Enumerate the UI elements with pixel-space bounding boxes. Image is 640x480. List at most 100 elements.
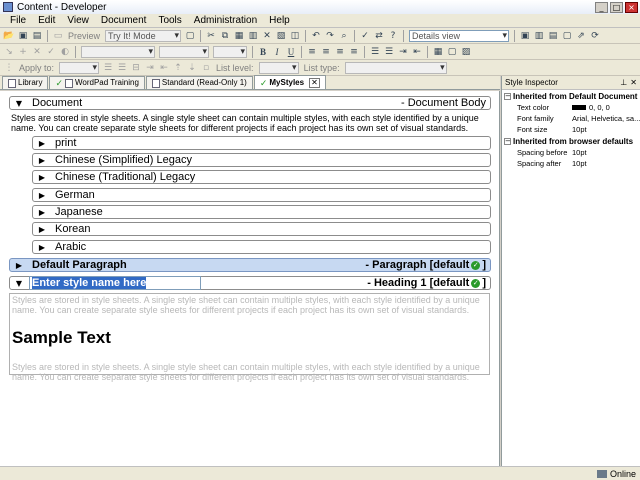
style-row-child[interactable]: ▶ German <box>32 188 491 202</box>
redo-icon[interactable]: ↷ <box>324 30 336 42</box>
list-type-select[interactable] <box>344 61 447 74</box>
numbered-list-icon[interactable]: ☰ <box>369 46 381 58</box>
add-icon[interactable]: + <box>17 46 29 58</box>
menu-help[interactable]: Help <box>263 15 296 26</box>
tab-library[interactable]: Library <box>2 76 49 89</box>
color-icon[interactable]: ◐ <box>59 46 71 58</box>
style-row-child[interactable]: ▶ Korean <box>32 222 491 236</box>
collapse-arrow-icon[interactable]: ▼ <box>12 99 26 108</box>
border-icon[interactable]: ▢ <box>446 46 458 58</box>
apply-to-select[interactable] <box>59 61 100 74</box>
expand-arrow-icon[interactable]: ▶ <box>35 208 49 217</box>
list-style-icon[interactable]: ☰ <box>102 62 114 74</box>
refresh-icon[interactable]: ⟳ <box>589 30 601 42</box>
pin-icon[interactable]: ⊥ <box>620 78 627 87</box>
remove-icon[interactable]: ✕ <box>31 46 43 58</box>
accept-icon[interactable]: ✓ <box>45 46 57 58</box>
minimize-button[interactable]: _ <box>595 1 608 13</box>
list-style2-icon[interactable]: ☰ <box>116 62 128 74</box>
list-outdent-icon[interactable]: ⇤ <box>158 62 170 74</box>
tab-standard[interactable]: Standard (Read-Only 1) <box>145 76 253 89</box>
underline-icon[interactable]: U <box>285 46 297 58</box>
style-row-child[interactable]: ▶ Japanese <box>32 205 491 219</box>
help-icon[interactable]: ? <box>387 30 399 42</box>
outdent-icon[interactable]: ⇤ <box>411 46 423 58</box>
collapse-arrow-icon[interactable]: ▼ <box>12 279 26 288</box>
clear-icon[interactable]: ◫ <box>289 30 301 42</box>
inspector-section[interactable]: − Inherited from browser defaults <box>502 135 640 147</box>
style-row-default-paragraph[interactable]: ▶ Default Paragraph - Paragraph [default… <box>9 258 491 272</box>
outline-icon[interactable]: ⊟ <box>130 62 142 74</box>
replace-icon[interactable]: ⇄ <box>373 30 385 42</box>
table-icon[interactable]: ▦ <box>432 46 444 58</box>
bold-icon[interactable]: B <box>257 46 269 58</box>
expand-arrow-icon[interactable]: ▶ <box>35 191 49 200</box>
delete-icon[interactable]: ✕ <box>261 30 273 42</box>
save-icon[interactable]: ▣ <box>17 30 29 42</box>
format-icon[interactable]: ▧ <box>275 30 287 42</box>
style-select[interactable] <box>81 45 155 58</box>
align-right-icon[interactable]: ≡ <box>334 46 346 58</box>
close-panel-icon[interactable]: ✕ <box>630 78 637 87</box>
inspector-section[interactable]: − Inherited from Default Document Bo <box>502 90 640 102</box>
paste-special-icon[interactable]: ▥ <box>247 30 259 42</box>
expand-arrow-icon[interactable]: ▶ <box>35 243 49 252</box>
shading-icon[interactable]: ▨ <box>460 46 472 58</box>
expand-arrow-icon[interactable]: ▶ <box>35 139 49 148</box>
collapse-icon[interactable]: − <box>504 138 511 145</box>
spell-check-icon[interactable]: ✓ <box>359 30 371 42</box>
expand-arrow-icon[interactable]: ▶ <box>12 261 26 270</box>
style-row-child[interactable]: ▶ Arabic <box>32 240 491 254</box>
italic-icon[interactable]: I <box>271 46 283 58</box>
layout-single-icon[interactable]: ▣ <box>519 30 531 42</box>
list-up-icon[interactable]: ⇡ <box>172 62 184 74</box>
export-icon[interactable]: ⇗ <box>575 30 587 42</box>
expand-arrow-icon[interactable]: ▶ <box>35 156 49 165</box>
menu-view[interactable]: View <box>61 15 95 26</box>
align-center-icon[interactable]: ≡ <box>320 46 332 58</box>
style-name-input[interactable]: Enter style name here <box>29 276 201 290</box>
layout-split-icon[interactable]: ▥ <box>533 30 545 42</box>
view-select[interactable]: Details view <box>409 29 510 42</box>
expand-arrow-icon[interactable]: ▶ <box>35 173 49 182</box>
menu-tools[interactable]: Tools <box>152 15 187 26</box>
style-row-child[interactable]: ▶ Chinese (Traditional) Legacy <box>32 170 491 184</box>
list-level-select[interactable] <box>258 61 299 74</box>
close-button[interactable]: × <box>625 1 638 13</box>
mode-select[interactable]: Try It! Mode <box>105 29 182 42</box>
style-row-child[interactable]: ▶ print <box>32 136 491 150</box>
open-folder-icon[interactable]: 📂 <box>3 30 15 42</box>
style-row-child[interactable]: ▶ Chinese (Simplified) Legacy <box>32 153 491 167</box>
align-left-icon[interactable]: ≡ <box>306 46 318 58</box>
expand-arrow-icon[interactable]: ▶ <box>35 225 49 234</box>
preview-icon[interactable]: ▭ <box>52 30 64 42</box>
menu-file[interactable]: File <box>4 15 32 26</box>
arrow-icon[interactable]: ↘ <box>3 46 15 58</box>
window-icon[interactable]: ▢ <box>561 30 573 42</box>
list-down-icon[interactable]: ⇣ <box>186 62 198 74</box>
cut-icon[interactable]: ✂ <box>205 30 217 42</box>
menu-administration[interactable]: Administration <box>188 15 263 26</box>
undo-icon[interactable]: ↶ <box>310 30 322 42</box>
menu-document[interactable]: Document <box>95 15 153 26</box>
layout-triple-icon[interactable]: ▤ <box>547 30 559 42</box>
list-extra-icon[interactable]: ▫ <box>200 62 212 74</box>
copy-icon[interactable]: ⧉ <box>219 30 231 42</box>
preview-button[interactable]: Preview <box>65 31 103 41</box>
style-row-document[interactable]: ▼ Document - Document Body <box>9 96 491 110</box>
tab-mystyles[interactable]: ✓ MyStyles ✕ <box>253 75 326 89</box>
maximize-button[interactable]: □ <box>610 1 623 13</box>
menu-edit[interactable]: Edit <box>32 15 61 26</box>
find-icon[interactable]: ⌕ <box>338 30 350 42</box>
font-select[interactable] <box>159 45 209 58</box>
justify-icon[interactable]: ≡ <box>348 46 360 58</box>
close-tab-icon[interactable]: ✕ <box>309 77 320 88</box>
page-icon[interactable]: ▢ <box>184 30 196 42</box>
bullet-list-icon[interactable]: ☰ <box>383 46 395 58</box>
list-indent-icon[interactable]: ⇥ <box>144 62 156 74</box>
collapse-icon[interactable]: − <box>504 93 511 100</box>
tab-wordpad-training[interactable]: ✓ WordPad Training <box>49 76 145 89</box>
size-select[interactable] <box>213 45 247 58</box>
paste-icon[interactable]: ▦ <box>233 30 245 42</box>
indent-icon[interactable]: ⇥ <box>397 46 409 58</box>
